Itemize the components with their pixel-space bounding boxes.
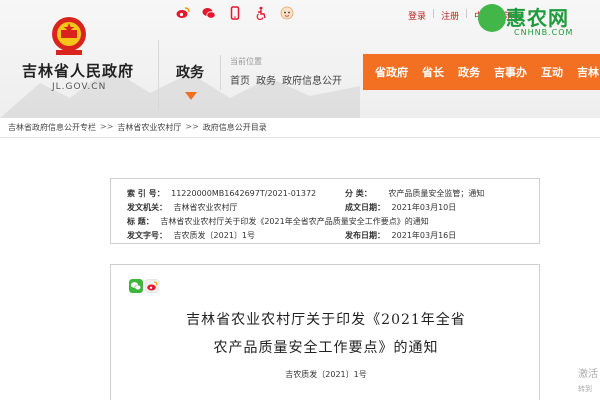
article-title-line-1: 吉林省农业农村厅关于印发《2021年全省 [186,312,466,328]
brand-domain: CNHNB.COM [514,28,574,37]
meta-docno-key: 发文字号： [127,231,167,240]
meta-index-key: 索 引 号： [127,189,165,198]
mobile-icon[interactable] [228,6,242,20]
meta-category-value: 农产品质量安全监管；通知 [388,189,485,198]
wechat-share-icon[interactable] [129,279,143,293]
location-link-affairs[interactable]: 政务 [256,72,276,87]
brand-watermark: 惠农网 [506,6,569,30]
share-bar [129,279,159,293]
link-separator: | [432,9,436,19]
nav-item-affairs[interactable]: 政务 [451,64,487,80]
meta-subject-key: 标 题： [127,217,154,226]
breadcrumb-separator: >> [185,122,199,131]
os-activation-watermark: 激活 转到 [578,368,598,396]
location-label: 当前位置 [230,57,262,66]
document-meta-table: 索 引 号： 11220000MB1642697T/2021-01372 分 类… [110,178,540,244]
breadcrumb: 吉林省政府信息公开专栏 >> 吉林省农业农村厅 >> 政府信息公开目录 [8,122,267,133]
main-nav: 省政府 省长 政务 吉事办 互动 吉林 [363,54,600,90]
nav-item-governor[interactable]: 省长 [415,64,451,80]
meta-category-key: 分 类： [345,189,372,198]
meta-publish-row: 发布日期： 2021年03月16日 [345,230,456,241]
meta-index-value: 11220000MB1642697T/2021-01372 [171,189,317,198]
top-icon-bar [176,6,294,20]
register-link[interactable]: 注册 [441,9,459,22]
article-body: 吉林省农业农村厅关于印发《2021年全省 农产品质量安全工作要点》的通知 吉农质… [110,264,540,400]
nav-item-jishiban[interactable]: 吉事办 [487,64,534,80]
site-title[interactable]: 吉林省人民政府 [22,60,134,81]
site-domain: JL.GOV.CN [52,82,107,92]
meta-publish-value: 2021年03月16日 [391,231,457,240]
watermark-line-2: 转到 [578,385,592,393]
accessibility-icon[interactable] [254,6,268,20]
breadcrumb-item-catalog[interactable]: 政府信息公开目录 [203,122,267,133]
robot-icon[interactable] [280,6,294,20]
header-divider-2 [220,55,221,90]
nav-item-interact[interactable]: 互动 [534,64,570,80]
meta-issuer-key: 发文机关： [127,203,167,212]
location-links: 首页 政务 政府信息公开 [230,72,342,87]
breadcrumb-bar: 吉林省政府信息公开专栏 >> 吉林省农业农村厅 >> 政府信息公开目录 [0,118,600,138]
meta-index-row: 索 引 号： 11220000MB1642697T/2021-01372 [127,188,316,199]
login-link[interactable]: 登录 [408,9,426,22]
meta-date-key: 成文日期： [345,203,385,212]
meta-issuer-row: 发文机关： 吉林省农业农村厅 [127,202,238,213]
meta-issuer-value: 吉林省农业农村厅 [173,203,238,212]
section-arrow-icon [185,92,197,100]
meta-date-value: 2021年03月10日 [391,203,457,212]
brand-logo-icon [478,4,506,32]
meta-date-row: 成文日期： 2021年03月10日 [345,202,456,213]
national-emblem-icon [52,17,86,55]
breadcrumb-separator: >> [100,122,114,131]
watermark-line-1: 激活 [578,369,598,380]
meta-category-row: 分 类： 农产品质量安全监管；通知 [345,188,484,199]
location-link-info-disclosure[interactable]: 政府信息公开 [282,72,342,87]
header-divider [158,40,159,110]
meta-subject-value: 吉林省农业农村厅关于印发《2021年全省农产品质量安全工作要点》的通知 [160,217,429,226]
breadcrumb-item-disclosure[interactable]: 吉林省政府信息公开专栏 [8,122,96,133]
section-title: 政务 [176,65,204,81]
meta-publish-key: 发布日期： [345,231,385,240]
article-doc-number: 吉农质发〔2021〕1号 [285,370,367,379]
article-title-line-2: 农产品质量安全工作要点》的通知 [213,340,439,356]
breadcrumb-item-agriculture-dept[interactable]: 吉林省农业农村厅 [117,122,181,133]
weibo-share-icon[interactable] [145,279,159,293]
link-separator: | [465,9,469,19]
location-link-home[interactable]: 首页 [230,72,250,87]
nav-item-jilin[interactable]: 吉林 [570,64,600,80]
meta-docno-row: 发文字号： 吉农质发〔2021〕1号 [127,230,255,241]
site-header: 吉林省人民政府 JL.GOV.CN 政务 当前位置 首页 政务 政府信息公开 登… [0,0,600,118]
weibo-icon[interactable] [176,6,190,20]
meta-subject-row: 标 题： 吉林省农业农村厅关于印发《2021年全省农产品质量安全工作要点》的通知 [127,216,429,227]
nav-item-provincial-gov[interactable]: 省政府 [363,64,415,80]
wechat-icon[interactable] [202,6,216,20]
meta-docno-value: 吉农质发〔2021〕1号 [173,231,255,240]
